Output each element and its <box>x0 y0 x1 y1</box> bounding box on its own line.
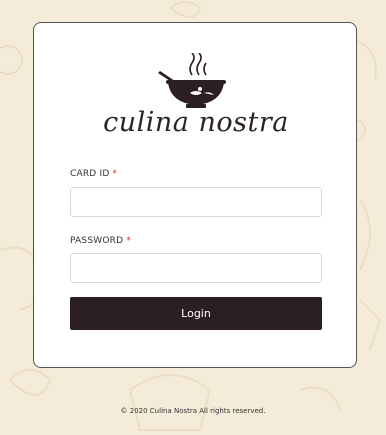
cooking-pot-icon <box>158 53 226 108</box>
password-input[interactable] <box>70 253 322 283</box>
required-mark: * <box>112 169 118 179</box>
login-button[interactable]: Login <box>70 297 322 330</box>
login-card: culina nostra CARD ID * PASSWORD * Login <box>33 22 357 368</box>
brand-name: culina nostra <box>103 107 289 138</box>
footer-copyright: © 2020 Culina Nostra All rights reserved… <box>120 407 266 415</box>
logo <box>34 53 358 111</box>
card-id-input[interactable] <box>70 187 322 217</box>
card-id-label: CARD ID * <box>70 169 118 179</box>
required-mark: * <box>126 236 131 246</box>
password-label: PASSWORD * <box>70 236 131 246</box>
